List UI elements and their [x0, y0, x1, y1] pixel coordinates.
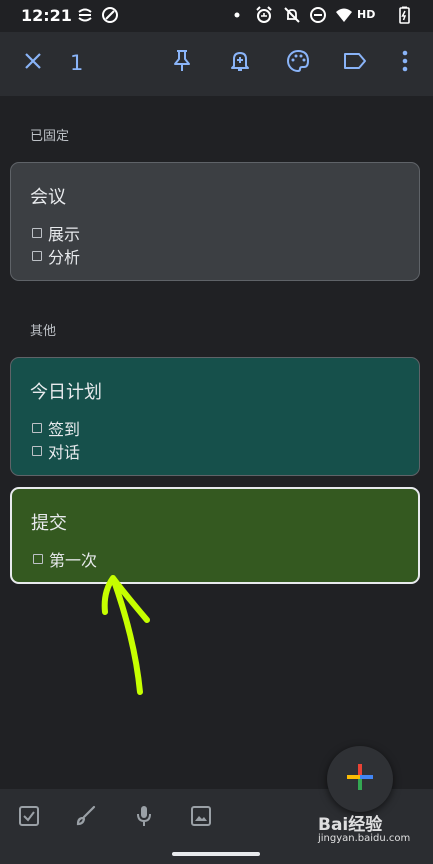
- checkbox-icon[interactable]: [32, 250, 42, 261]
- checklist-item-text: 第一次: [49, 550, 98, 570]
- checkbox-icon[interactable]: [32, 422, 42, 433]
- watermark: Bai经验 jingyan.baidu.com: [318, 815, 411, 846]
- note-title: 今日计划: [30, 382, 102, 403]
- checklist-item[interactable]: 签到: [30, 416, 400, 439]
- checklist-item[interactable]: 分析: [30, 244, 400, 267]
- pinned-section-label: 已固定: [30, 129, 70, 144]
- circle-slash-icon: [101, 6, 119, 24]
- do-not-disturb-icon: [309, 6, 327, 24]
- more-vert-icon: [401, 50, 409, 76]
- background-color-button[interactable]: [283, 48, 313, 78]
- wifi-icon: [335, 6, 353, 24]
- close-button[interactable]: [18, 48, 48, 78]
- dot-icon: [232, 6, 250, 24]
- new-list-button[interactable]: [14, 803, 44, 833]
- note-title: 会议: [30, 187, 66, 208]
- add-icon: [345, 762, 375, 796]
- selected-count: 1: [70, 51, 84, 75]
- new-note-fab-button[interactable]: [327, 746, 393, 812]
- checklist-item-text: 对话: [48, 442, 81, 462]
- note-card-meeting[interactable]: 会议 展示 分析: [10, 162, 420, 281]
- label-icon: [342, 51, 368, 75]
- network-type: HD: [357, 8, 376, 21]
- bell-off-icon: [283, 6, 301, 24]
- checkbox-icon: [18, 805, 40, 831]
- checkbox-icon[interactable]: [33, 553, 43, 564]
- checklist-item[interactable]: 展示: [30, 221, 400, 244]
- label-button[interactable]: [340, 48, 370, 78]
- new-drawing-button[interactable]: [71, 803, 101, 833]
- new-image-note-button[interactable]: [186, 803, 216, 833]
- image-icon: [190, 805, 212, 831]
- pin-button[interactable]: [167, 48, 197, 78]
- status-bar: 12:21 HD: [0, 0, 433, 32]
- reminder-bell-icon: [229, 49, 251, 77]
- checklist-item-text: 展示: [48, 224, 81, 244]
- sync-icon: [76, 6, 94, 24]
- others-section-label: 其他: [30, 324, 57, 339]
- arrow-icon: [101, 575, 150, 695]
- close-icon: [23, 51, 43, 75]
- checklist-item-text: 分析: [48, 247, 81, 267]
- pin-icon: [171, 49, 193, 77]
- note-title: 提交: [31, 513, 67, 534]
- brush-icon: [74, 804, 98, 832]
- checkbox-icon[interactable]: [32, 445, 42, 456]
- note-card-submit-selected[interactable]: 提交 第一次: [10, 487, 420, 584]
- checklist-item-text: 签到: [48, 419, 81, 439]
- battery-icon: [395, 6, 413, 24]
- more-options-button[interactable]: [390, 48, 420, 78]
- palette-icon: [286, 49, 310, 77]
- gesture-nav-handle[interactable]: [172, 852, 260, 856]
- checklist-item[interactable]: 对话: [30, 439, 400, 462]
- mic-icon: [134, 804, 154, 832]
- reminder-button[interactable]: [225, 48, 255, 78]
- new-voice-note-button[interactable]: [129, 803, 159, 833]
- note-card-today-plan[interactable]: 今日计划 签到 对话: [10, 357, 420, 476]
- watermark-logo-text: Bai经验: [318, 815, 383, 835]
- alarm-icon: [255, 6, 273, 24]
- watermark-url: jingyan.baidu.com: [318, 833, 411, 844]
- checklist-item[interactable]: 第一次: [31, 547, 399, 570]
- status-time: 12:21: [21, 6, 72, 25]
- checkbox-icon[interactable]: [32, 227, 42, 238]
- selection-toolbar: 1: [0, 32, 433, 96]
